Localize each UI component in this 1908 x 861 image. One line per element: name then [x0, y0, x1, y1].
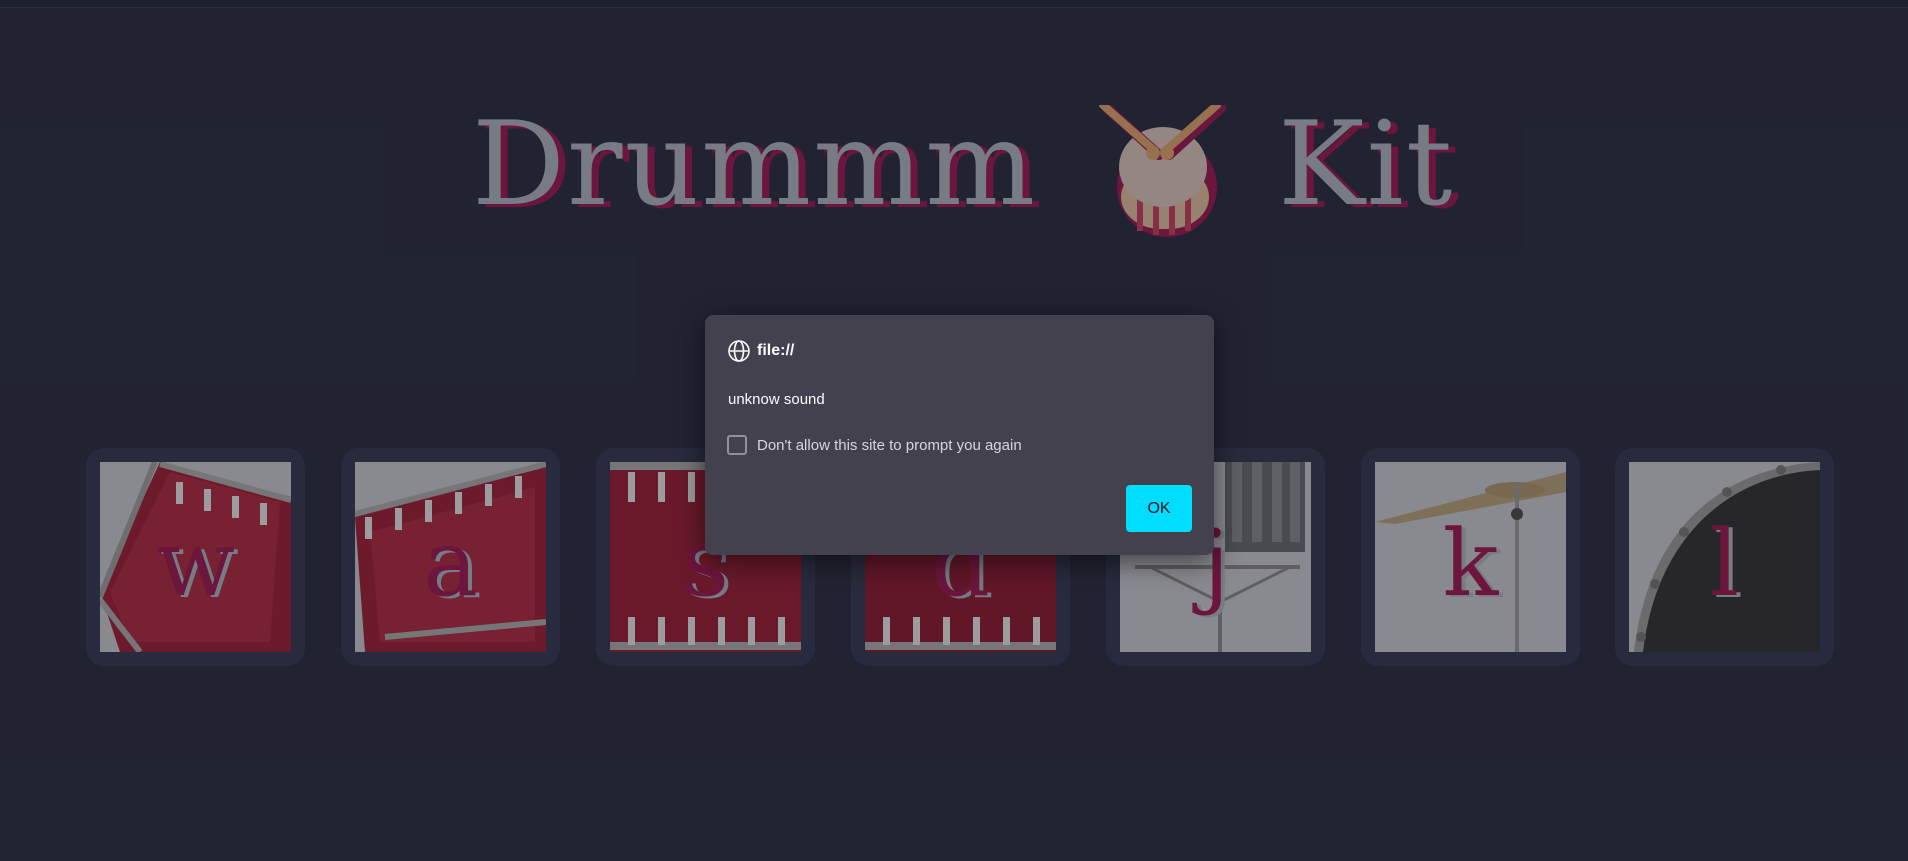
dont-allow-checkbox[interactable]: [727, 435, 747, 455]
dialog-message: unknow sound: [728, 391, 825, 408]
ok-button[interactable]: OK: [1126, 485, 1192, 532]
dialog-origin-text: file://: [757, 342, 795, 359]
globe-icon: [728, 340, 750, 362]
dialog-origin: file://: [727, 338, 794, 364]
alert-dialog: file:// unknow sound Don't allow this si…: [705, 315, 1214, 555]
dont-allow-prompt-option[interactable]: Don't allow this site to prompt you agai…: [727, 435, 1022, 455]
dont-allow-checkbox-label[interactable]: Don't allow this site to prompt you agai…: [757, 437, 1022, 454]
